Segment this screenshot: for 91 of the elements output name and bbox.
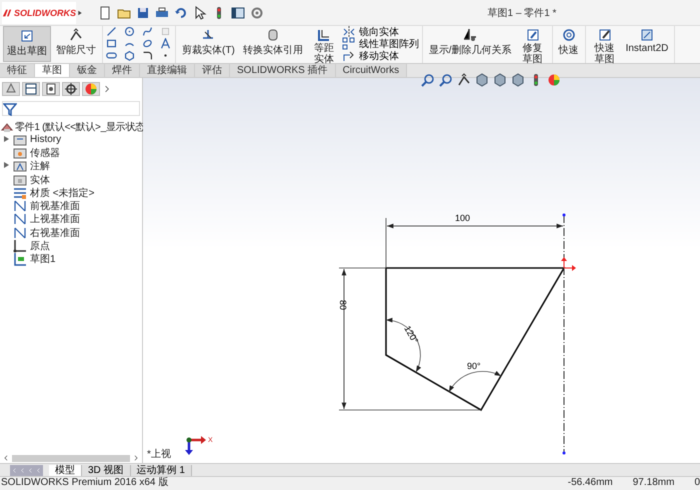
ribbon-button[interactable]: 移动实体 [342, 50, 419, 62]
mirror-icon[interactable] [342, 25, 356, 39]
polygon-icon[interactable] [124, 50, 135, 61]
ribbon-tab[interactable]: 评估 [195, 64, 230, 77]
tree-item[interactable]: 草图1 [30, 252, 56, 266]
plane-icon[interactable] [13, 226, 27, 240]
scroll-right-icon[interactable] [132, 453, 140, 463]
cursor-icon[interactable] [193, 6, 207, 20]
view-tab[interactable]: 3D 视图 [82, 464, 131, 476]
ribbon-button[interactable]: 等距实体 [308, 26, 340, 62]
print-icon[interactable] [155, 6, 169, 20]
ribbon-tab[interactable]: 特征 [0, 64, 35, 77]
repair-icon[interactable] [526, 28, 540, 42]
origin-arrows [561, 257, 576, 271]
angle-dimension[interactable] [448, 370, 502, 392]
rectangle-icon[interactable] [106, 38, 117, 49]
panel-icon[interactable] [231, 6, 245, 20]
ribbon-button[interactable]: 智能尺寸 [53, 26, 99, 62]
ribbon-tab[interactable]: 焊件 [105, 64, 140, 77]
tree-item[interactable]: 注解 [30, 159, 50, 174]
zoom-icon[interactable] [439, 73, 453, 87]
snap-icon[interactable] [562, 28, 576, 42]
color-wheel-icon[interactable] [547, 73, 561, 87]
view-tab[interactable]: 模型 [49, 464, 82, 476]
text-tool-icon[interactable] [160, 38, 171, 49]
offset-icon[interactable] [316, 28, 331, 42]
ribbon-button[interactable]: 镜向实体 [342, 26, 419, 38]
ribbon-button[interactable]: 线性草图阵列 [342, 38, 419, 50]
ribbon-button[interactable]: Instant2D [622, 26, 672, 62]
move-icon[interactable] [342, 49, 356, 63]
exit-sketch-icon[interactable] [20, 29, 34, 43]
smart-dimension-icon[interactable] [69, 28, 83, 42]
expand-arrow-icon[interactable] [4, 136, 9, 142]
status-reading: 97.18mm [632, 477, 674, 489]
scroll-left-icon[interactable] [2, 453, 10, 463]
view-tab[interactable]: 运动算例 1 [130, 464, 192, 476]
pattern-icon[interactable] [342, 37, 356, 51]
ribbon-button[interactable]: 退出草图 [3, 26, 51, 62]
scrollbar-thumb[interactable] [12, 454, 130, 462]
ribbon-tab[interactable]: 草图 [35, 64, 70, 77]
dimension-value[interactable]: 100 [455, 213, 470, 223]
settings-icon[interactable] [250, 6, 264, 20]
sketch-profile[interactable] [385, 267, 566, 412]
status-reading: -56.46mm [568, 477, 613, 489]
filter-field[interactable] [2, 101, 140, 116]
save-icon[interactable] [136, 6, 150, 20]
axis-triad [185, 436, 206, 455]
tree-item[interactable]: 前视基准面 [30, 199, 80, 214]
status-text: SOLIDWORKS Premium 2016 x64 版 [0, 477, 170, 489]
ribbon-tab[interactable]: 钣金 [70, 64, 105, 77]
tree-item[interactable]: 传感器 [30, 146, 60, 160]
sketch-icon[interactable] [13, 252, 27, 266]
tree-item[interactable]: 右视基准面 [30, 226, 80, 240]
plane-icon[interactable] [13, 212, 27, 226]
circle-icon[interactable] [124, 26, 135, 37]
filter-icon[interactable] [3, 102, 17, 116]
ribbon-button[interactable]: 显示/删除几何关系 [426, 26, 515, 62]
line-icon[interactable] [106, 26, 117, 37]
ribbon-tab[interactable]: CircuitWorks [336, 64, 408, 77]
window-title: 草图1 – 零件1 * [486, 6, 558, 20]
expand-arrow-icon[interactable] [4, 162, 9, 168]
ribbon-button[interactable]: 修复草图 [516, 26, 549, 62]
trim-icon[interactable] [201, 28, 216, 42]
ribbon-button[interactable]: 快速 [556, 26, 582, 62]
tree-item[interactable]: 原点 [30, 239, 50, 254]
ribbon-button[interactable]: 快速草图 [588, 26, 621, 62]
angle-dimension[interactable] [386, 318, 421, 372]
zoom-icon[interactable] [421, 73, 435, 87]
ribbon-tab[interactable]: SOLIDWORKS 插件 [230, 64, 336, 77]
dimension-value[interactable]: 80 [338, 300, 348, 310]
angle-value[interactable]: 90° [467, 361, 481, 371]
ribbon-tab[interactable]: 直接编辑 [140, 64, 195, 77]
dimension-line[interactable] [338, 268, 482, 410]
tree-item[interactable]: 材质 <未指定> [30, 186, 94, 200]
tree-item[interactable]: 上视基准面 [30, 212, 80, 226]
origin-icon[interactable] [13, 239, 27, 254]
undo-icon[interactable] [174, 6, 188, 20]
fillet-icon[interactable] [142, 50, 153, 61]
tree-item[interactable]: History [30, 134, 62, 146]
new-document-icon[interactable] [98, 6, 112, 20]
material-icon[interactable] [13, 186, 27, 200]
ellipse-icon[interactable] [142, 38, 153, 49]
status-reading: 0 [694, 477, 700, 489]
ribbon-button[interactable]: 转换实体引用 [240, 26, 306, 62]
spline-icon[interactable] [142, 26, 153, 37]
view-label: *上视 [147, 448, 171, 461]
plane-icon[interactable] [13, 199, 27, 214]
app-logo: SOLIDWORKS [2, 2, 76, 24]
slot-icon[interactable] [106, 50, 117, 61]
ribbon-button[interactable]: 剪裁实体(T) [179, 26, 238, 62]
tree-item[interactable]: 实体 [30, 172, 50, 187]
